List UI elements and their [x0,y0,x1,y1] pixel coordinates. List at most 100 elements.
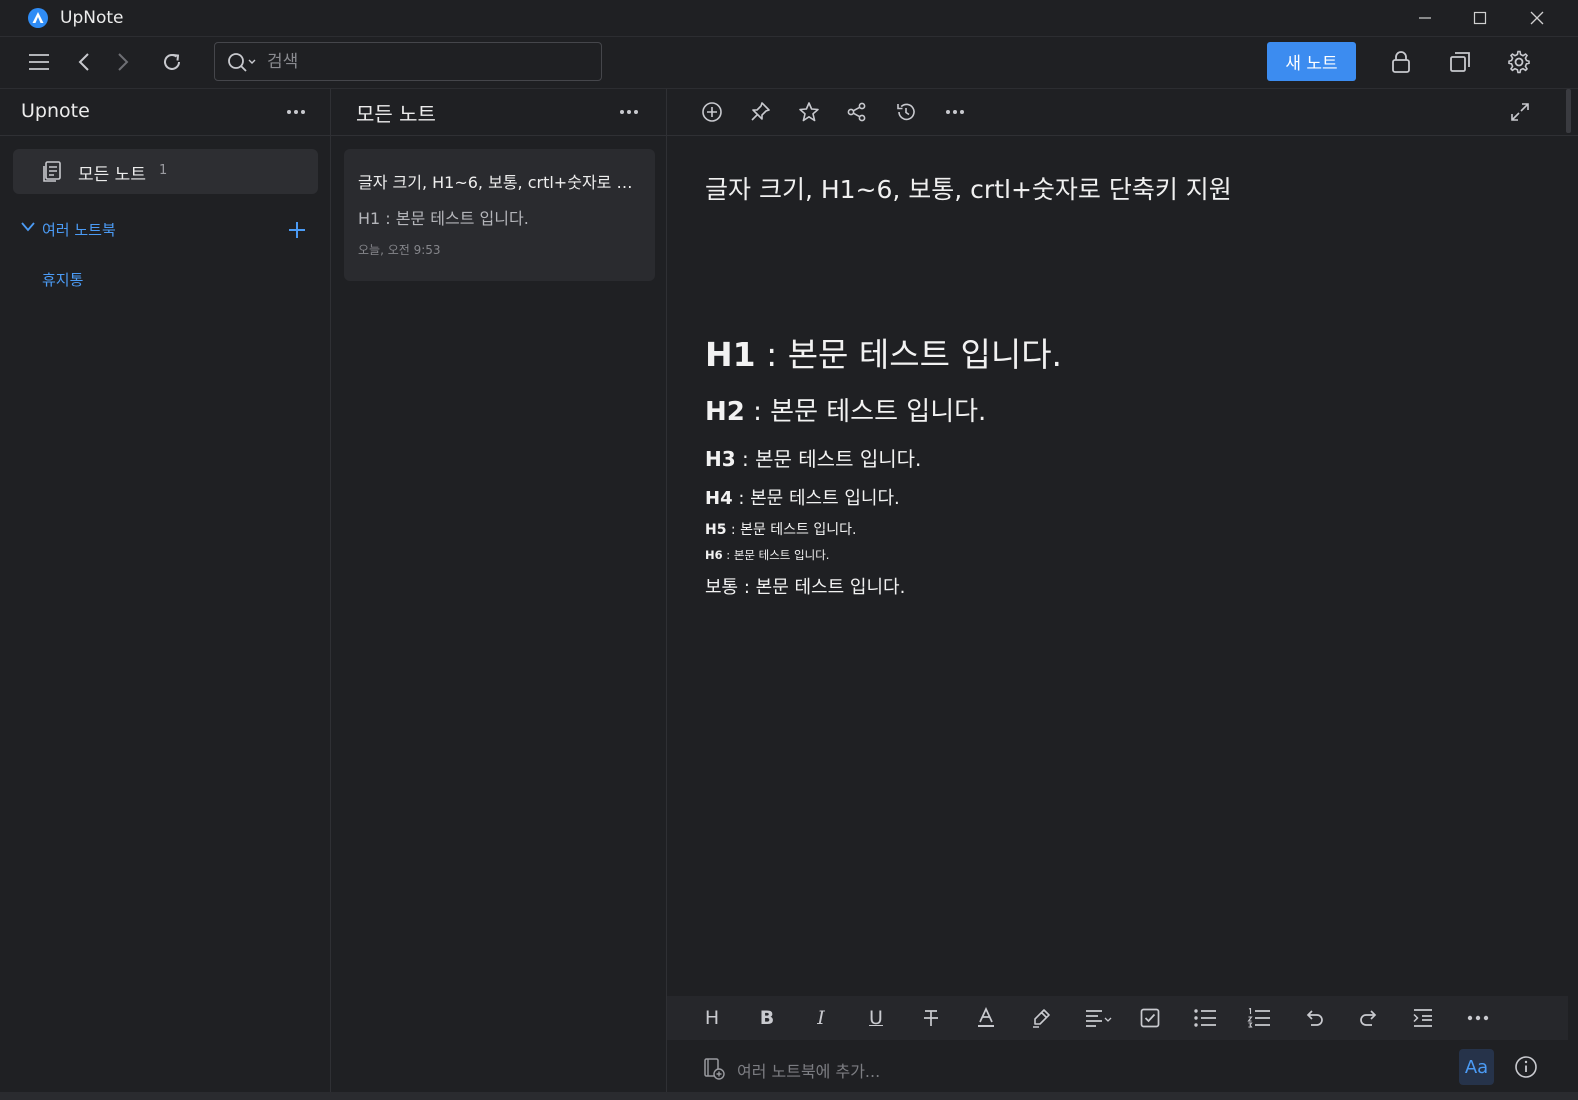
sidebar-title: Upnote [21,100,90,122]
format-more-button[interactable] [1461,1002,1495,1034]
chevron-down-icon[interactable] [20,221,36,233]
body-line-h1[interactable]: H1 : 본문 테스트 입니다. [705,328,1062,376]
highlighter-icon [1033,1009,1050,1028]
editor-scrollbar[interactable] [1566,89,1571,133]
note-card-title: 글자 크기, H1~6, 보통, crtl+숫자로 단축키 지원 [358,173,643,192]
favorite-button[interactable] [794,97,824,127]
redo-button[interactable] [1352,1002,1386,1034]
underline-icon: U [869,1007,883,1029]
bold-icon: B [759,1007,775,1029]
strikethrough-icon [924,1010,938,1026]
add-notebook-button[interactable] [287,220,307,240]
sidebar-more-button[interactable] [282,98,310,126]
note-list-title: 모든 노트 [356,102,436,126]
editor-more-button[interactable] [940,97,970,127]
italic-icon: I [817,1007,825,1029]
search-box[interactable] [214,42,602,81]
body-text: : 본문 테스트 입니다. [753,397,987,427]
new-note-button[interactable]: 새 노트 [1267,42,1356,81]
add-to-notebook-field[interactable]: 여러 노트북에 추가... [737,1058,880,1082]
note-card-preview: H1 : 본문 테스트 입니다. [358,209,529,228]
sidebar-item-label: 모든 노트 [78,165,146,185]
hamburger-menu-icon [29,54,49,70]
strikethrough-button[interactable] [914,1002,948,1034]
bullet-list-button[interactable] [1188,1002,1222,1034]
body-text: : 본문 테스트 입니다. [766,335,1063,374]
maximize-button[interactable] [1460,4,1500,32]
sidebar-item-trash[interactable]: 휴지통 [42,269,83,290]
menu-button[interactable] [22,45,56,79]
note-count: 1 [159,163,168,178]
copy-window-icon [1450,52,1470,72]
more-horizontal-icon [946,110,964,114]
body-line-h4[interactable]: H4 : 본문 테스트 입니다. [705,484,900,510]
redo-icon [1360,1010,1377,1026]
back-button[interactable] [67,45,101,79]
info-icon [1515,1056,1537,1078]
share-icon [847,102,866,122]
forward-button[interactable] [106,45,140,79]
numbered-list-button[interactable] [1242,1002,1276,1034]
underline-button[interactable]: U [859,1002,893,1034]
refresh-button[interactable] [155,45,189,79]
body-line-normal[interactable]: 보통 : 본문 테스트 입니다. [705,573,905,599]
info-button[interactable] [1512,1053,1540,1081]
chevron-right-icon [118,53,129,71]
pin-button[interactable] [745,97,775,127]
star-icon [799,102,819,122]
plus-circle-icon [702,102,722,122]
highlight-button[interactable] [1024,1002,1058,1034]
checkbox-icon [1140,1008,1160,1028]
close-icon [1530,11,1544,25]
fullscreen-button[interactable] [1505,97,1535,127]
lock-button[interactable] [1384,45,1418,79]
notes-stack-icon [41,160,63,182]
gear-icon [1508,50,1530,74]
italic-button[interactable]: I [804,1002,838,1034]
new-window-button[interactable] [1443,45,1477,79]
body-text: : 본문 테스트 입니다. [743,577,906,598]
body-line-h6[interactable]: H6 : 본문 테스트 입니다. [705,547,829,563]
body-line-h5[interactable]: H5 : 본문 테스트 입니다. [705,519,856,539]
close-window-button[interactable] [1517,4,1557,32]
body-line-h3[interactable]: H3 : 본문 테스트 입니다. [705,443,921,472]
undo-button[interactable] [1297,1002,1331,1034]
text-color-icon [978,1007,994,1027]
style-tag: 보통 [705,577,739,598]
app-title: UpNote [60,8,124,28]
window-bottom-edge [0,1092,1578,1100]
heading-button[interactable]: H [695,1002,729,1034]
sidebar-item-notebooks[interactable]: 여러 노트북 [42,219,116,240]
note-title[interactable]: 글자 크기, H1~6, 보통, crtl+숫자로 단축키 지원 [705,170,1232,206]
text-color-button[interactable] [969,1002,1003,1034]
minimize-icon [1419,17,1431,19]
title-bar [0,0,1578,37]
chevron-left-icon [78,53,89,71]
share-button[interactable] [842,97,872,127]
heading-tag: H5 [705,522,727,538]
body-line-h2[interactable]: H2 : 본문 테스트 입니다. [705,391,986,428]
search-icon[interactable] [227,52,261,72]
plus-icon [289,222,305,238]
expand-icon [1511,103,1529,121]
add-button[interactable] [697,97,727,127]
history-icon [897,103,915,121]
search-input[interactable] [267,49,587,75]
history-button[interactable] [891,97,921,127]
settings-button[interactable] [1502,45,1536,79]
font-settings-button[interactable]: Aa [1459,1049,1494,1085]
notebook-add-icon[interactable] [702,1057,726,1081]
heading-tag: H1 [705,335,756,374]
checklist-button[interactable] [1133,1002,1167,1034]
minimize-button[interactable] [1405,4,1445,32]
indent-button[interactable] [1406,1002,1440,1034]
pin-icon [751,102,770,121]
maximize-icon [1473,11,1487,25]
heading-tag: H3 [705,447,736,471]
note-card-date: 오늘, 오전 9:53 [358,243,441,257]
bold-button[interactable]: B [750,1002,784,1034]
note-list-more-button[interactable] [615,98,643,126]
align-button[interactable] [1078,1002,1118,1034]
refresh-icon [164,53,180,70]
undo-icon [1306,1010,1323,1026]
